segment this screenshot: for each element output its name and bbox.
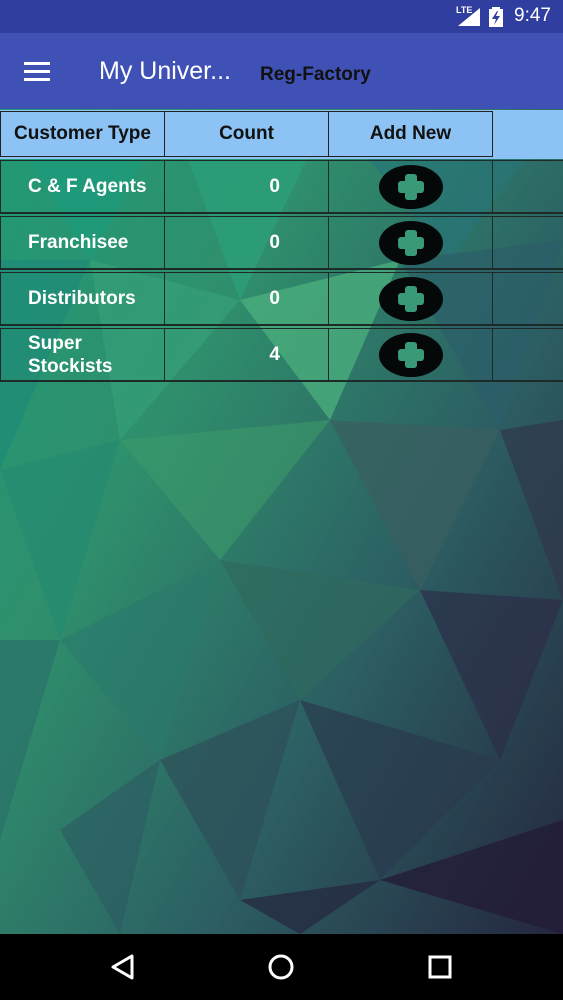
add-new-cell <box>329 216 493 270</box>
status-time: 9:47 <box>514 5 551 26</box>
customer-type-cell: Franchisee <box>0 216 165 270</box>
hamburger-menu-icon[interactable] <box>18 53 58 89</box>
row-spacer-cell <box>493 328 563 382</box>
back-icon[interactable] <box>106 950 140 984</box>
add-circle-icon[interactable] <box>378 164 443 209</box>
home-icon[interactable] <box>264 950 298 984</box>
add-new-cell <box>329 328 493 382</box>
row-spacer-cell <box>493 160 563 214</box>
table-row[interactable]: Franchisee 0 <box>0 215 563 271</box>
navigation-bar <box>0 934 563 1000</box>
table-row[interactable]: C & F Agents 0 <box>0 159 563 215</box>
count-cell: 0 <box>165 216 329 270</box>
signal-icon <box>458 8 480 26</box>
count-cell: 4 <box>165 328 329 382</box>
add-circle-icon[interactable] <box>378 332 443 377</box>
customer-type-cell: C & F Agents <box>0 160 165 214</box>
row-spacer-cell <box>493 216 563 270</box>
add-circle-icon[interactable] <box>378 220 443 265</box>
row-spacer-cell <box>493 272 563 326</box>
header-customer-type: Customer Type <box>0 111 165 157</box>
header-count: Count <box>164 111 329 157</box>
battery-charging-icon <box>489 7 503 27</box>
count-cell: 0 <box>165 160 329 214</box>
table-row[interactable]: Super Stockists 4 <box>0 327 563 383</box>
count-cell: 0 <box>165 272 329 326</box>
app-title: My Univer... <box>99 57 231 85</box>
app-bar: My Univer... Reg-Factory <box>0 33 563 109</box>
header-add-new: Add New <box>328 111 493 157</box>
add-new-cell <box>329 272 493 326</box>
table-header: Customer Type Count Add New <box>0 110 563 159</box>
add-circle-icon[interactable] <box>378 276 443 321</box>
table-row[interactable]: Distributors 0 <box>0 271 563 327</box>
app-subtitle: Reg-Factory <box>260 64 371 85</box>
status-bar: LTE 9:47 <box>0 0 563 33</box>
screen: LTE 9:47 My Univer... Reg-Factory Custom… <box>0 0 563 1000</box>
customer-type-table: Customer Type Count Add New C & F Agents… <box>0 110 563 383</box>
customer-type-cell: Super Stockists <box>0 328 165 382</box>
add-new-cell <box>329 160 493 214</box>
customer-type-cell: Distributors <box>0 272 165 326</box>
recents-icon[interactable] <box>423 950 457 984</box>
